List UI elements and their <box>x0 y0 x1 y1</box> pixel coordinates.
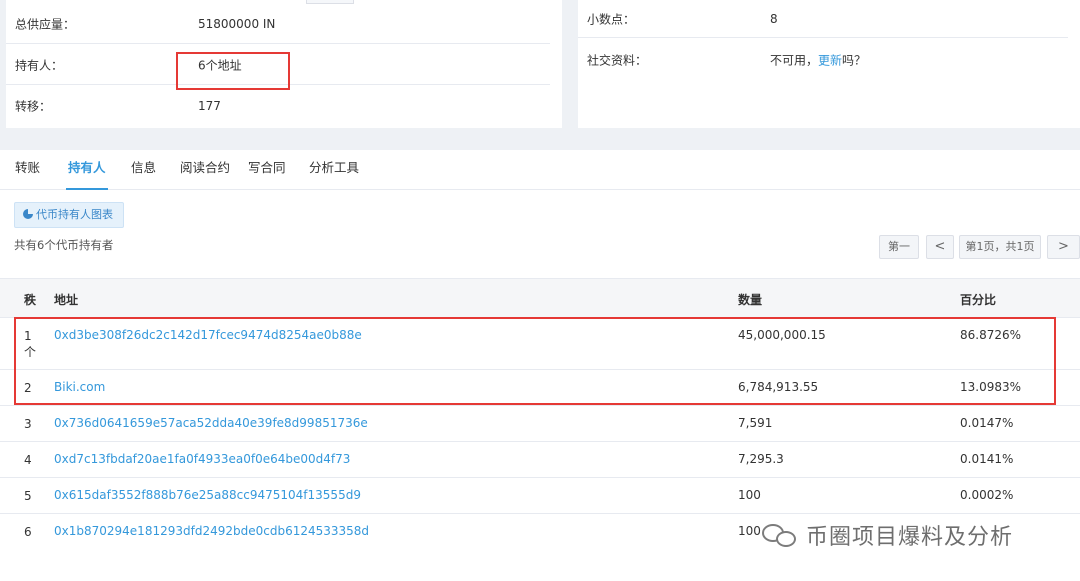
rank-cell: 6 <box>24 525 32 539</box>
holder-count-text: 共有6个代币持有者 <box>14 238 114 252</box>
pager-first-button[interactable]: 第一 <box>879 235 919 259</box>
watermark-text: 币圈项目爆料及分析 <box>806 525 1014 550</box>
quantity-cell: 100 <box>738 488 761 502</box>
percent-cell: 0.0002% <box>960 488 1014 502</box>
decimals-value: 8 <box>770 11 778 26</box>
holders-label: 持有人： <box>15 58 64 72</box>
tab-info[interactable]: 信息 <box>131 150 156 190</box>
holder-chart-button-label: 代币持有人图表 <box>36 208 113 221</box>
token-overview-card: 总供应量： 51800000 IN 持有人： 6个地址 转移： 177 <box>6 0 562 128</box>
holders-row: 持有人： 6个地址 <box>6 45 550 85</box>
table-header: 秩 地址 数量 百分比 <box>0 278 1080 318</box>
address-link[interactable]: 0xd7c13fbdaf20ae1fa0f4933ea0f0e64be00d4f… <box>54 452 350 466</box>
rank-cell: 5 <box>24 489 32 503</box>
pie-chart-icon <box>23 209 33 219</box>
table-row: 4 0xd7c13fbdaf20ae1fa0f4933ea0f0e64be00d… <box>0 442 1080 478</box>
holder-chart-button[interactable]: 代币持有人图表 <box>14 202 124 228</box>
social-value-prefix: 不可用， <box>770 53 819 68</box>
percent-cell: 0.0141% <box>960 452 1014 466</box>
transfers-value: 177 <box>198 99 221 113</box>
holders-value: 6个地址 <box>198 58 242 72</box>
table-row: 2 Biki.com 6,784,913.55 13.0983% <box>0 370 1080 406</box>
tab-write-contract[interactable]: 写合同 <box>248 150 286 190</box>
total-supply-value: 51800000 IN <box>198 16 276 31</box>
tab-bar: 转账 持有人 信息 阅读合约 写合同 分析工具 <box>0 150 1080 190</box>
update-social-link[interactable]: 更新 <box>818 54 842 68</box>
percent-cell: 86.8726% <box>960 328 1022 342</box>
transfers-row: 转移： 177 <box>6 86 550 126</box>
table-row: 3 0x736d0641659e57aca52dda40e39fe8d99851… <box>0 406 1080 442</box>
social-label: 社交资料： <box>587 53 648 68</box>
address-link[interactable]: 0x615daf3552f888b76e25a88cc9475104f13555… <box>54 488 361 502</box>
rank-cell: 4 <box>24 453 32 467</box>
pager-prev-button[interactable]: < <box>926 235 954 259</box>
quantity-cell: 7,295.3 <box>738 452 784 466</box>
tab-analytics[interactable]: 分析工具 <box>309 150 359 190</box>
rank-cell: 2 <box>24 381 32 395</box>
decimals-label: 小数点： <box>587 12 636 26</box>
rank-cell: 1 个 <box>24 329 37 359</box>
percent-cell: 0.0147% <box>960 416 1014 430</box>
social-value: 不可用，更新吗？ <box>770 52 866 69</box>
address-link[interactable]: 0x1b870294e181293dfd2492bde0cdb612453335… <box>54 524 369 538</box>
pager-page-info: 第1页，共1页 <box>959 235 1041 259</box>
social-row: 社交资料： 不可用，更新吗？ <box>578 40 1068 80</box>
tab-transfers[interactable]: 转账 <box>15 150 40 190</box>
total-supply-row: 总供应量： 51800000 IN <box>6 4 550 44</box>
wechat-icon <box>762 520 800 550</box>
total-supply-label: 总供应量： <box>15 17 76 31</box>
header-address: 地址 <box>54 293 79 307</box>
header-quantity: 数量 <box>738 293 763 307</box>
rank-cell: 3 <box>24 417 32 431</box>
percent-cell: 13.0983% <box>960 380 1022 394</box>
watermark: 币圈项目爆料及分析 <box>762 517 1013 553</box>
table-row: 5 0x615daf3552f888b76e25a88cc9475104f135… <box>0 478 1080 514</box>
pager-next-button[interactable]: > <box>1047 235 1080 259</box>
tab-holders[interactable]: 持有人 <box>66 150 108 190</box>
quantity-cell: 7,591 <box>738 416 773 430</box>
tab-read-contract[interactable]: 阅读合约 <box>180 150 230 190</box>
address-link[interactable]: Biki.com <box>54 380 105 394</box>
address-link[interactable]: 0xd3be308f26dc2c142d17fcec9474d8254ae0b8… <box>54 328 362 342</box>
header-percent: 百分比 <box>960 293 997 307</box>
quantity-cell: 45,000,000.15 <box>738 328 826 342</box>
transfers-label: 转移： <box>15 99 52 114</box>
token-details-card: 小数点： 8 社交资料： 不可用，更新吗？ <box>578 0 1080 128</box>
quantity-cell: 6,784,913.55 <box>738 380 819 394</box>
social-value-suffix: 吗？ <box>842 53 867 68</box>
decimals-row: 小数点： 8 <box>578 0 1068 38</box>
header-rank: 秩 <box>24 293 37 307</box>
address-link[interactable]: 0x736d0641659e57aca52dda40e39fe8d9985173… <box>54 416 368 430</box>
table-row: 1 个 0xd3be308f26dc2c142d17fcec9474d8254a… <box>0 318 1080 370</box>
quantity-cell: 100 <box>738 524 761 538</box>
